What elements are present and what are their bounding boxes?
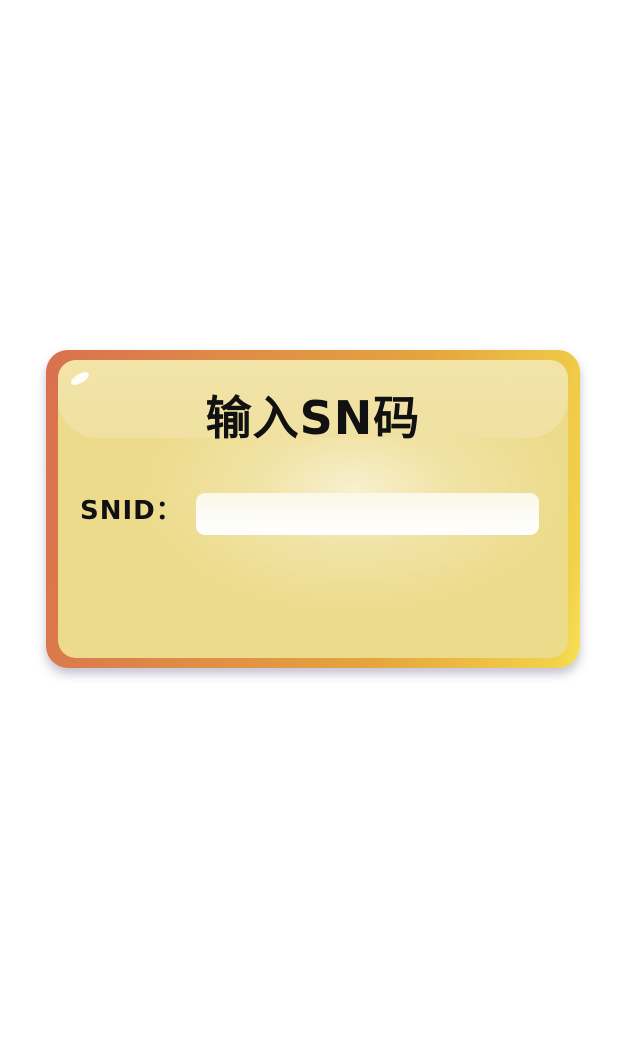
sn-dialog: 输入SN码 SNID： xyxy=(46,350,580,668)
snid-input[interactable] xyxy=(196,493,539,535)
dialog-panel: 输入SN码 SNID： xyxy=(58,360,568,658)
snid-label: SNID： xyxy=(80,496,183,526)
dialog-title: 输入SN码 xyxy=(205,391,421,445)
